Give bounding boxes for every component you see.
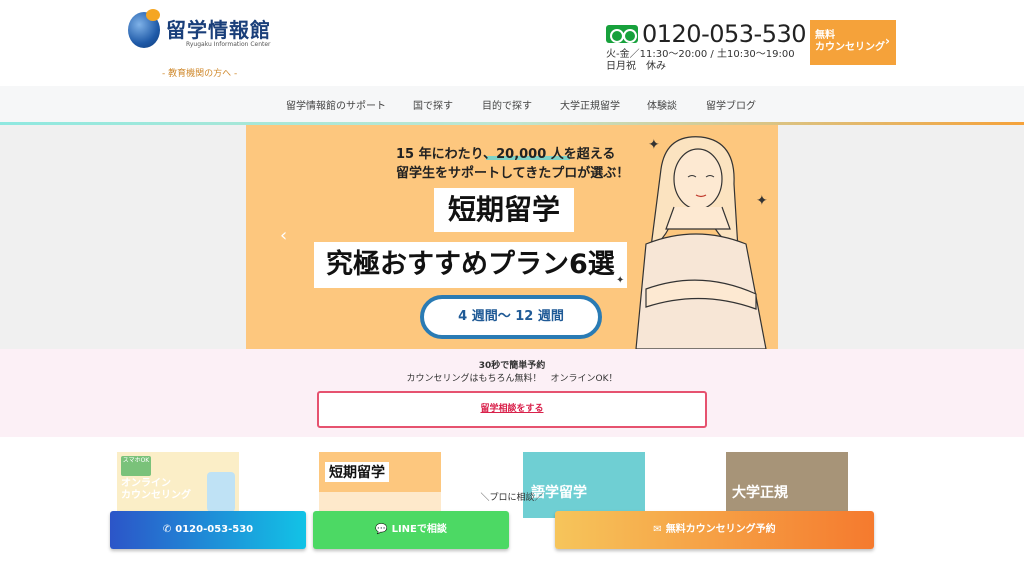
site-header: 留学情報館 Ryugaku Information Center - 教育機関の… <box>0 0 1024 86</box>
phone-icon: ✆ <box>162 524 172 535</box>
card-university[interactable]: 大学正規 <box>726 452 848 518</box>
line-chat-icon: 💬 <box>375 524 388 535</box>
mail-icon: ✉ <box>653 524 662 535</box>
nav-item-experiences[interactable]: 体験談 <box>647 97 677 112</box>
hero-banner[interactable]: 15 年にわたり、20,000 人を超える 留学生をサポートしてきたプロが選ぶ！… <box>246 125 778 349</box>
chevron-right-icon: › <box>885 34 890 48</box>
reservation-heading: 30秒で簡単予約 <box>478 361 546 371</box>
nav-item-country[interactable]: 国で探す <box>413 97 453 112</box>
header-phone-number[interactable]: 0120-053-530 <box>642 20 807 48</box>
nav-item-support[interactable]: 留学情報館のサポート <box>286 97 386 112</box>
card-badge: スマホOK <box>121 456 151 476</box>
globe-logo-icon <box>128 9 160 48</box>
hero-title-1: 短期留学 <box>434 188 575 232</box>
carousel-prev-icon[interactable]: ‹ <box>280 225 287 246</box>
hero-title-2: 究極おすすめプラン6選 <box>314 242 627 288</box>
hero-tagline-1: 15 年にわたり、20,000 人を超える <box>396 147 616 162</box>
consult-prompt: ＼プロに相談／ <box>480 493 544 503</box>
education-institution-link[interactable]: - 教育機関の方へ - <box>162 66 237 79</box>
nav-item-university[interactable]: 大学正規留学 <box>560 97 620 112</box>
sparkle-icon: ✦ <box>616 275 625 286</box>
line-button[interactable]: 💬 LINEで相談 <box>313 511 509 549</box>
counsel-label-1: 無料 <box>815 30 835 41</box>
closed-days: 日月祝 休み <box>606 61 666 72</box>
counsel-label-2: カウンセリング <box>815 42 885 53</box>
logo-title: 留学情報館 <box>166 18 271 42</box>
reservation-subheading: カウンセリングはもちろん無料！ オンラインOK！ <box>406 374 618 384</box>
card-short-term[interactable]: 短期留学 <box>319 452 441 518</box>
consultation-button[interactable]: 留学相談をする <box>317 391 707 428</box>
call-button[interactable]: ✆ 0120-053-530 <box>110 511 306 549</box>
hero-tagline-2: 留学生をサポートしてきたプロが選ぶ！ <box>396 166 630 181</box>
main-nav: 留学情報館のサポート 国で探す 目的で探す 大学正規留学 体験談 留学ブログ <box>0 86 1024 122</box>
logo-subtitle: Ryugaku Information Center <box>186 41 271 48</box>
card-label: 短期留学 <box>325 462 389 482</box>
site-logo[interactable]: 留学情報館 Ryugaku Information Center <box>128 9 288 60</box>
line-button-label: LINEで相談 <box>391 524 447 535</box>
freedial-icon <box>606 25 638 43</box>
phone-contact: 0120-053-530 火-金／11:30〜20:00 / 土10:30〜19… <box>606 20 807 72</box>
call-button-label: 0120-053-530 <box>175 524 254 535</box>
card-online-counseling[interactable]: スマホOK オンライン カウンセリング <box>117 452 239 518</box>
nav-item-blog[interactable]: 留学ブログ <box>706 97 756 112</box>
woman-illustration <box>635 136 767 349</box>
hero-duration-pill: 4 週間〜 12 週間 <box>420 295 602 339</box>
nav-item-purpose[interactable]: 目的で探す <box>482 97 532 112</box>
booking-button[interactable]: ✉ 無料カウンセリング予約 <box>555 511 874 549</box>
card-language[interactable]: 語学留学 <box>523 452 645 518</box>
booking-button-label: 無料カウンセリング予約 <box>665 524 776 535</box>
reservation-section: 30秒で簡単予約 カウンセリングはもちろん無料！ オンラインOK！ 留学相談をす… <box>0 349 1024 437</box>
free-counseling-button[interactable]: 無料 カウンセリング › <box>810 20 896 65</box>
